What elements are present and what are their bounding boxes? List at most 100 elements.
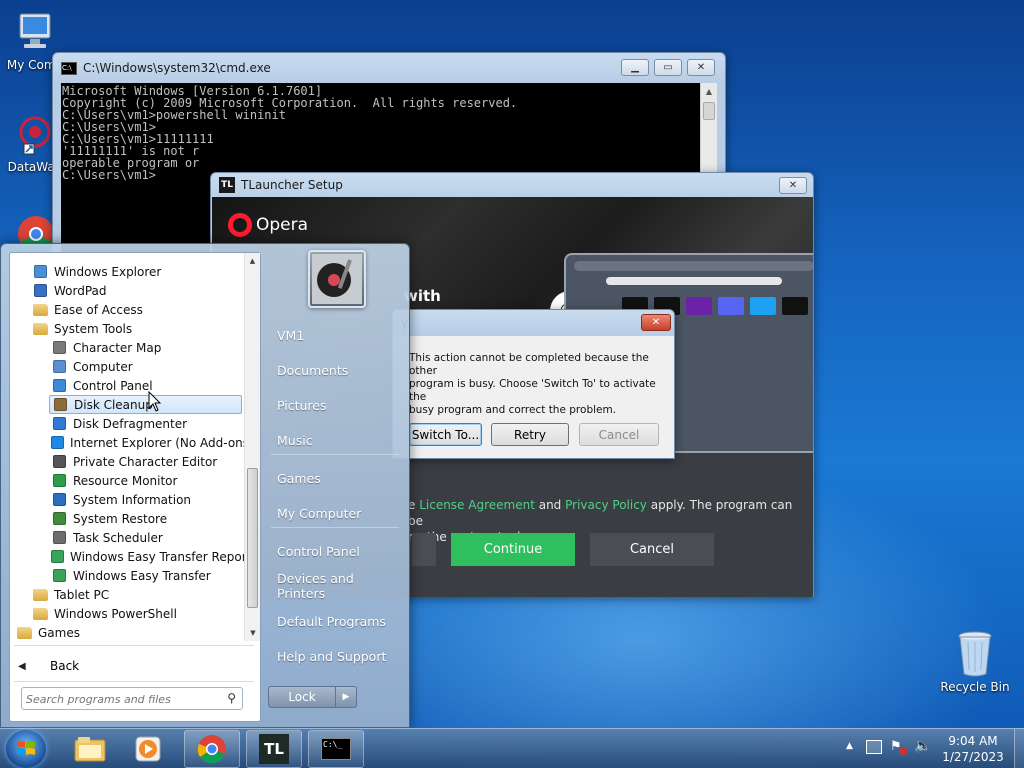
continue-button[interactable]: Continue: [451, 533, 575, 566]
minimize-button[interactable]: ▁: [621, 59, 649, 76]
taskbar-chrome[interactable]: [184, 730, 240, 768]
shutdown-options-button[interactable]: ▶: [336, 686, 357, 708]
program-item[interactable]: Windows Easy Transfer Reports: [49, 547, 258, 566]
close-button[interactable]: ✕: [779, 177, 807, 194]
user-picture[interactable]: [308, 250, 366, 308]
back-button[interactable]: ◀ Back: [18, 655, 238, 677]
switch-to-label: Switch To...: [411, 427, 480, 442]
program-item[interactable]: Games: [14, 623, 242, 642]
console-line: C:\Users\vm1>powershell wininit: [62, 108, 286, 122]
browser-mockup-address: [606, 277, 782, 285]
program-item[interactable]: Private Character Editor: [49, 452, 242, 471]
busy-dialog-titlebar[interactable]: y: [393, 310, 674, 336]
start-right-item-label: VM1: [277, 327, 305, 343]
cmd-title: C:\Windows\system32\cmd.exe: [83, 61, 271, 75]
scroll-up-arrow[interactable]: ▲: [701, 83, 717, 100]
divider: [271, 454, 399, 455]
tlauncher-titlebar[interactable]: TL TLauncher Setup: [211, 173, 813, 197]
program-label: Windows Explorer: [54, 264, 162, 279]
program-item[interactable]: Disk Cleanup: [49, 395, 242, 414]
volume-icon[interactable]: 🔈: [914, 738, 931, 754]
show-desktop-button[interactable]: [1014, 729, 1024, 768]
busy-cancel-button[interactable]: Cancel: [579, 423, 659, 446]
program-item[interactable]: Disk Defragmenter: [49, 414, 242, 433]
tl-cancel-button[interactable]: Cancel: [590, 533, 714, 566]
program-label: Windows PowerShell: [54, 606, 177, 621]
task-scheduler-icon: [51, 530, 67, 546]
program-item[interactable]: Resource Monitor: [49, 471, 242, 490]
scroll-thumb[interactable]: [247, 468, 258, 608]
disk-cleanup-icon: [52, 397, 68, 413]
scroll-down-arrow[interactable]: ▼: [245, 625, 261, 641]
all-programs-pane[interactable]: Windows Explorer WordPad Ease of Access Sys…: [9, 252, 261, 722]
search-icon[interactable]: ⚲: [227, 691, 236, 705]
program-item[interactable]: Internet Explorer (No Add-ons): [49, 433, 254, 452]
program-label: Ease of Access: [54, 302, 143, 317]
taskbar-tlauncher[interactable]: TL: [246, 730, 302, 768]
legal-and: and: [534, 498, 566, 512]
busy-dialog-message: This action cannot be completed because …: [409, 352, 674, 417]
license-agreement-link[interactable]: License Agreement: [419, 498, 535, 512]
start-right-item[interactable]: Control Panel: [267, 536, 401, 566]
program-item[interactable]: Task Scheduler: [49, 528, 242, 547]
program-label: System Tools: [54, 321, 133, 336]
defrag-icon: [51, 416, 67, 432]
start-button[interactable]: [6, 730, 46, 768]
start-right-item-label: Control Panel: [277, 543, 360, 559]
scroll-up-arrow[interactable]: ▲: [245, 253, 260, 269]
taskbar-media-player[interactable]: [120, 730, 176, 768]
program-label: System Restore: [73, 511, 168, 526]
start-right-item[interactable]: Default Programs: [267, 606, 401, 636]
network-icon[interactable]: [866, 740, 882, 754]
control-panel-icon: [51, 378, 67, 394]
program-item[interactable]: Windows PowerShell: [30, 604, 242, 623]
start-right-item[interactable]: Documents: [267, 355, 401, 385]
start-right-item[interactable]: Devices and Printers: [267, 571, 401, 601]
program-item[interactable]: Computer: [49, 357, 242, 376]
program-item[interactable]: System Tools: [30, 319, 242, 338]
program-item[interactable]: System Information: [49, 490, 242, 509]
switch-to-button[interactable]: Switch To...: [409, 423, 482, 446]
program-item[interactable]: Ease of Access: [30, 300, 242, 319]
start-right-item-label: Devices and Printers: [277, 571, 354, 601]
search-box[interactable]: ⚲: [21, 687, 243, 710]
divider: [271, 527, 399, 528]
taskbar-explorer[interactable]: [62, 730, 118, 768]
search-input[interactable]: [26, 689, 216, 709]
desktop-icon-recycle-bin[interactable]: Recycle Bin: [940, 630, 1010, 694]
lock-button[interactable]: Lock: [268, 686, 336, 708]
maximize-button[interactable]: ▭: [654, 59, 682, 76]
chrome-desktop-icon[interactable]: [14, 212, 54, 252]
start-right-item[interactable]: VM1: [267, 320, 401, 350]
taskbar-cmd[interactable]: C:\_: [308, 730, 364, 768]
chevron-right-icon: ▶: [342, 692, 350, 702]
program-item[interactable]: Control Panel: [49, 376, 242, 395]
program-item[interactable]: System Restore: [49, 509, 242, 528]
system-info-icon: [51, 492, 67, 508]
start-menu[interactable]: Windows Explorer WordPad Ease of Access Sys…: [0, 243, 410, 728]
program-item[interactable]: Windows Easy Transfer: [49, 566, 242, 585]
start-right-item[interactable]: Pictures: [267, 390, 401, 420]
busy-dialog[interactable]: y ✕ This action cannot be completed beca…: [392, 309, 675, 459]
tray-overflow-icon[interactable]: ▲: [846, 741, 853, 751]
close-button[interactable]: ✕: [687, 59, 715, 76]
program-item[interactable]: Character Map: [49, 338, 242, 357]
back-button-partial[interactable]: [412, 533, 436, 566]
program-item[interactable]: Tablet PC: [30, 585, 242, 604]
console-line: operable program or: [62, 156, 200, 170]
start-right-item[interactable]: Help and Support: [267, 641, 401, 671]
scroll-thumb[interactable]: [703, 102, 715, 120]
lock-label: Lock: [288, 690, 316, 704]
close-button[interactable]: ✕: [641, 314, 671, 331]
start-right-item[interactable]: Games: [267, 463, 401, 493]
program-list-scrollbar[interactable]: ▲ ▼: [244, 253, 260, 641]
program-item[interactable]: Windows Explorer: [30, 262, 242, 281]
clock[interactable]: 9:04 AM 1/27/2023: [936, 733, 1010, 765]
program-item[interactable]: WordPad: [30, 281, 242, 300]
start-right-item[interactable]: My Computer: [267, 498, 401, 528]
folder-icon: [32, 587, 48, 603]
start-right-item-label: Games: [277, 470, 321, 486]
privacy-policy-link[interactable]: Privacy Policy: [565, 498, 647, 512]
retry-button[interactable]: Retry: [491, 423, 569, 446]
start-right-item[interactable]: Music: [267, 425, 401, 455]
